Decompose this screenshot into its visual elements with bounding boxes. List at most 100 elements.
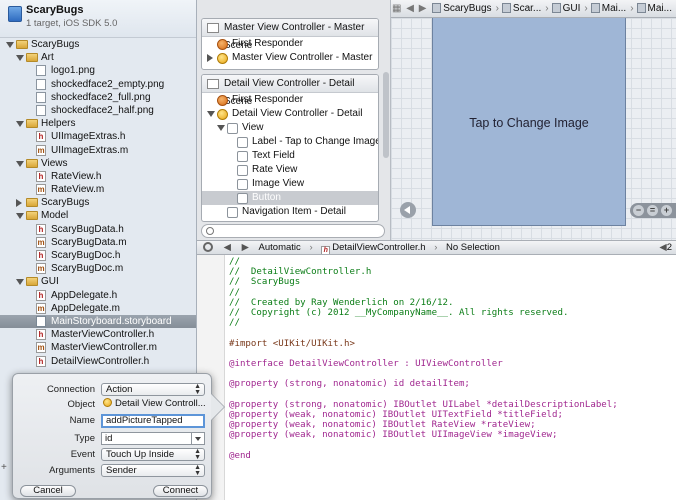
- disclosure-open-icon[interactable]: [16, 160, 24, 167]
- file-tree-item[interactable]: m RateView.m: [0, 183, 196, 196]
- connection-select[interactable]: Action ▲ ▼: [101, 383, 205, 396]
- code-line[interactable]: @property (weak, nonatomic) IBOutlet UII…: [229, 430, 618, 440]
- code-line[interactable]: [229, 369, 618, 379]
- file-tree-item[interactable]: m ScaryBugData.m: [0, 236, 196, 249]
- code-line[interactable]: @interface DetailViewController : UIView…: [229, 359, 618, 369]
- file-tree-item[interactable]: h RateView.h: [0, 170, 196, 183]
- file-tree-item[interactable]: shockedface2_half.png: [0, 104, 196, 117]
- zoom-out-icon[interactable]: −: [633, 205, 644, 216]
- outline-item[interactable]: Label - Tap to Change Image: [202, 135, 378, 149]
- file-tree-item[interactable]: Art: [0, 51, 196, 64]
- outline-item[interactable]: Image View: [202, 177, 378, 191]
- assistant-selection[interactable]: No Selection: [443, 241, 503, 254]
- outline-item[interactable]: Rate View: [202, 163, 378, 177]
- connect-button[interactable]: Connect: [153, 485, 208, 497]
- code-line[interactable]: //: [229, 318, 618, 328]
- related-items-icon[interactable]: ▦: [391, 0, 402, 17]
- file-tree-item[interactable]: m ScaryBugDoc.m: [0, 262, 196, 275]
- breadcrumb-item[interactable]: Scar...: [500, 0, 544, 17]
- code-line[interactable]: [229, 440, 618, 450]
- assistant-file[interactable]: h DetailViewController.h: [318, 241, 428, 254]
- gear-icon[interactable]: [203, 242, 213, 252]
- code-line[interactable]: // Created by Ray Wenderlich on 2/16/12.: [229, 298, 618, 308]
- outline-item[interactable]: First Responder: [202, 93, 378, 107]
- file-tree-item[interactable]: h ScaryBugData.h: [0, 223, 196, 236]
- disclosure-open-icon[interactable]: [16, 121, 24, 128]
- file-tree-item[interactable]: h MasterViewController.h: [0, 328, 196, 341]
- disclosure-open-icon[interactable]: [207, 111, 215, 117]
- code-line[interactable]: [229, 349, 618, 359]
- code-editor[interactable]: //// DetailViewController.h// ScaryBugs /…: [197, 255, 676, 500]
- code-line[interactable]: @property (weak, nonatomic) IBOutlet Rat…: [229, 420, 618, 430]
- breadcrumb-item[interactable]: Mai...: [635, 0, 675, 17]
- file-tree-item[interactable]: MainStoryboard.storyboard: [0, 314, 196, 329]
- back-arrow-icon[interactable]: ◀: [405, 0, 415, 17]
- counterpart-pager[interactable]: ◀ 2: [659, 241, 672, 254]
- back-arrow-icon[interactable]: ◀: [220, 241, 235, 254]
- file-tree-item[interactable]: m UIImageExtras.m: [0, 144, 196, 157]
- zoom-fit-icon[interactable]: =: [647, 205, 658, 216]
- file-tree-item[interactable]: GUI: [0, 275, 196, 288]
- disclosure-open-icon[interactable]: [16, 279, 24, 286]
- breadcrumb-item[interactable]: GUI: [550, 0, 584, 17]
- file-tree-item[interactable]: logo1.png: [0, 64, 196, 77]
- back-arrow-icon[interactable]: ◀: [659, 241, 666, 254]
- file-tree-item[interactable]: h ScaryBugDoc.h: [0, 249, 196, 262]
- disclosure-closed-icon[interactable]: [207, 54, 213, 62]
- arguments-select[interactable]: Sender ▲ ▼: [101, 464, 205, 477]
- storyboard-canvas[interactable]: Tap to Change Image − = +: [391, 18, 676, 240]
- type-combobox[interactable]: id: [101, 432, 205, 445]
- code-line[interactable]: // DetailViewController.h: [229, 267, 618, 277]
- code-line[interactable]: // Copyright (c) 2012 __MyCompanyName__.…: [229, 308, 618, 318]
- code-text[interactable]: //// DetailViewController.h// ScaryBugs /…: [229, 257, 618, 461]
- outline-filter-field[interactable]: [201, 224, 385, 238]
- file-tree-item[interactable]: ScaryBugs: [0, 196, 196, 209]
- file-tree-item[interactable]: m AppDelegate.m: [0, 302, 196, 315]
- file-tree-item[interactable]: shockedface2_full.png: [0, 91, 196, 104]
- outline-item[interactable]: First Responder: [202, 37, 378, 51]
- code-line[interactable]: // ScaryBugs: [229, 277, 618, 287]
- forward-arrow-icon[interactable]: ▶: [418, 0, 428, 17]
- tap-to-change-image-label[interactable]: Tap to Change Image: [433, 116, 625, 130]
- outline-item[interactable]: Detail View Controller - Detail: [202, 107, 378, 121]
- code-line[interactable]: @property (strong, nonatomic) IBOutlet U…: [229, 400, 618, 410]
- disclosure-open-icon[interactable]: [16, 55, 24, 62]
- breadcrumb-item[interactable]: Mai...: [589, 0, 629, 17]
- file-tree-item[interactable]: Helpers: [0, 117, 196, 130]
- disclosure-closed-icon[interactable]: [16, 199, 22, 208]
- code-line[interactable]: @property (weak, nonatomic) IBOutlet UIT…: [229, 410, 618, 420]
- master-scene-header[interactable]: Master View Controller - Master Scene: [202, 19, 378, 51]
- name-input[interactable]: addPictureTapped: [101, 414, 205, 428]
- project-header[interactable]: ScaryBugs 1 target, iOS SDK 5.0: [0, 0, 196, 38]
- file-tree-item[interactable]: Views: [0, 157, 196, 170]
- outline-item[interactable]: Button: [202, 191, 378, 205]
- code-line[interactable]: @property (strong, nonatomic) id detailI…: [229, 379, 618, 389]
- outline-item[interactable]: View: [202, 121, 378, 135]
- breadcrumb-item[interactable]: ScaryBugs: [430, 0, 494, 17]
- event-select[interactable]: Touch Up Inside ▲ ▼: [101, 448, 205, 461]
- disclosure-open-icon[interactable]: [16, 213, 24, 220]
- outline-scrollbar[interactable]: [383, 72, 389, 158]
- cancel-button[interactable]: Cancel: [20, 485, 76, 497]
- detail-view[interactable]: Tap to Change Image: [432, 18, 626, 226]
- code-line[interactable]: @end: [229, 451, 618, 461]
- add-icon[interactable]: +: [1, 462, 7, 473]
- outline-item[interactable]: Navigation Item - Detail: [202, 205, 378, 219]
- outline-item[interactable]: Text Field: [202, 149, 378, 163]
- outline-item[interactable]: Master View Controller - Master: [202, 51, 378, 65]
- file-tree-item[interactable]: Model: [0, 209, 196, 222]
- code-line[interactable]: //: [229, 288, 618, 298]
- file-tree-item[interactable]: h AppDelegate.h: [0, 289, 196, 302]
- file-tree-item[interactable]: h UIImageExtras.h: [0, 130, 196, 143]
- disclosure-open-icon[interactable]: [6, 42, 14, 48]
- dropdown-arrow-icon[interactable]: [191, 433, 204, 444]
- code-line[interactable]: [229, 328, 618, 338]
- code-line[interactable]: //: [229, 257, 618, 267]
- forward-arrow-icon[interactable]: ▶: [238, 241, 253, 254]
- file-tree-item[interactable]: shockedface2_empty.png: [0, 78, 196, 91]
- code-line[interactable]: #import <UIKit/UIKit.h>: [229, 339, 618, 349]
- assistant-mode[interactable]: Automatic: [256, 241, 304, 254]
- file-tree-item[interactable]: ScaryBugs: [0, 38, 196, 51]
- file-tree-item[interactable]: m MasterViewController.m: [0, 341, 196, 354]
- zoom-in-icon[interactable]: +: [661, 205, 672, 216]
